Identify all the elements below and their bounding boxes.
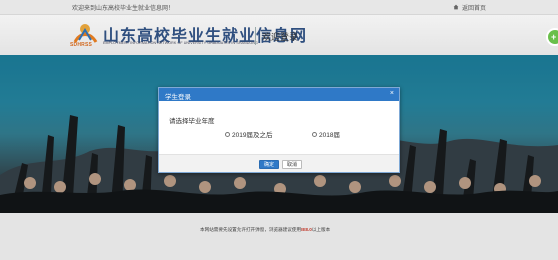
- header-divider: [255, 27, 256, 45]
- dialog-header: 学生登录 ×: [159, 88, 399, 101]
- radio-button[interactable]: [312, 131, 317, 137]
- radio-button[interactable]: [225, 131, 230, 137]
- home-icon[interactable]: [453, 4, 459, 10]
- page: 欢迎来到山东高校毕业生就业信息网！ 返回首页 SDHRSS 山东高校毕业生就业信…: [0, 0, 558, 260]
- browser-version-highlight: IE8.0: [301, 227, 312, 232]
- cancel-button[interactable]: 取消: [282, 160, 302, 169]
- back-home-link[interactable]: 返回首页: [462, 3, 486, 12]
- dialog-footer: 确定 取消: [159, 154, 399, 172]
- option-label: 2019届及之后: [232, 132, 273, 139]
- site-footer: 本网站需要先设置允许打开弹窗，浏览器建议使用IE8.0以上版本: [0, 213, 558, 260]
- plus-icon: +: [551, 32, 557, 42]
- close-icon[interactable]: ×: [390, 90, 394, 98]
- top-bar: 欢迎来到山东高校毕业生就业信息网！ 返回首页: [0, 0, 558, 15]
- student-login-dialog: 学生登录 × 请选择毕业年度 2019届及之后 2018届 确定 取消: [158, 87, 400, 173]
- option-2019-and-after[interactable]: 2019届及之后: [225, 129, 272, 139]
- dialog-title: 学生登录: [165, 94, 191, 101]
- option-2018[interactable]: 2018届: [312, 129, 340, 139]
- logo-text: SDHRSS: [70, 42, 93, 48]
- site-title-en: EMPLOYMENT INFORMATION NETWORK OF UNIVER…: [103, 41, 258, 45]
- footer-notice: 本网站需要先设置允许打开弹窗，浏览器建议使用IE8.0以上版本: [200, 227, 331, 232]
- welcome-text: 欢迎来到山东高校毕业生就业信息网！: [72, 6, 175, 12]
- option-label: 2018届: [319, 132, 340, 139]
- graduation-year-prompt: 请选择毕业年度: [169, 118, 215, 125]
- login-subtitle: 欢迎登录: [262, 32, 299, 42]
- side-float-button[interactable]: +: [546, 28, 558, 46]
- confirm-button[interactable]: 确定: [259, 160, 279, 169]
